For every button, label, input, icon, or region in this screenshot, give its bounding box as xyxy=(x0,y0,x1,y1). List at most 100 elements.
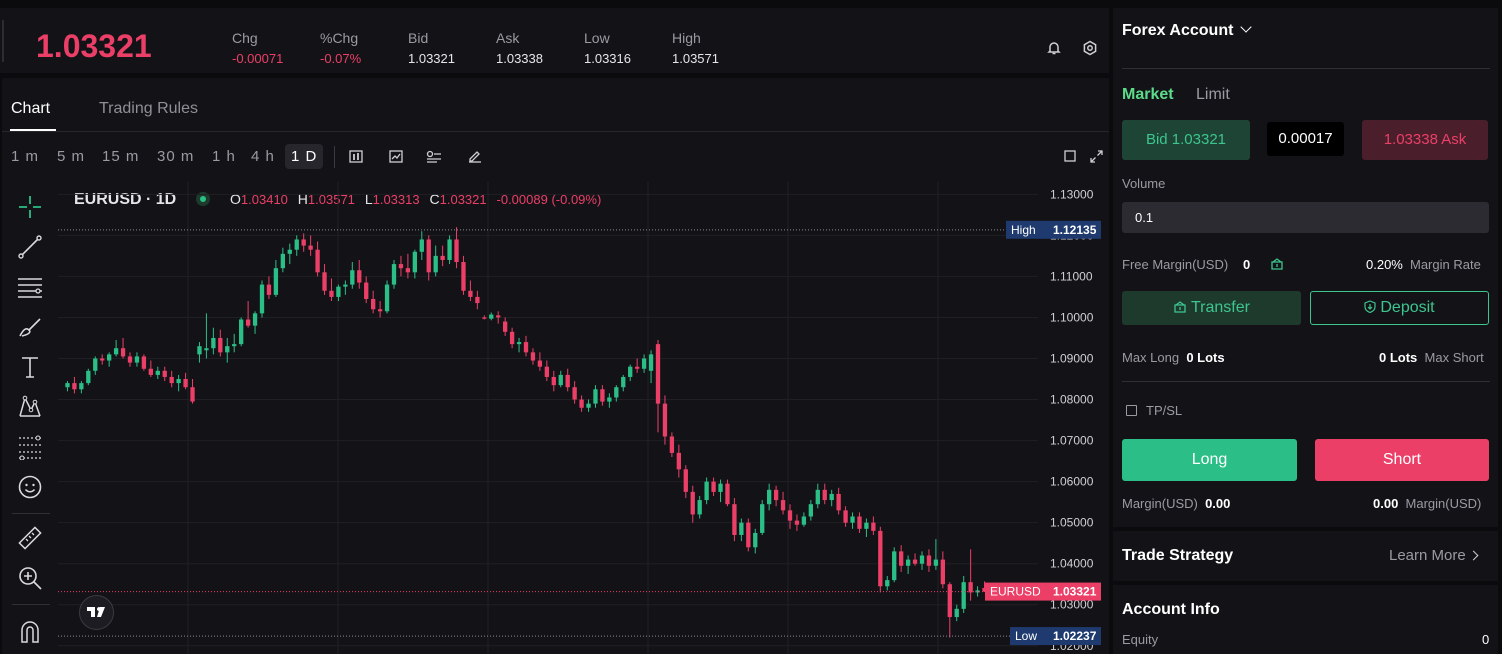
candle-body xyxy=(572,387,577,400)
candle-body xyxy=(871,522,876,531)
price-tick-label: 1.07000 xyxy=(1050,434,1094,448)
tab-limit[interactable]: Limit xyxy=(1196,86,1230,104)
trade-strategy-title: Trade Strategy xyxy=(1122,547,1234,564)
candle-body xyxy=(72,383,77,390)
stat-bid: Bid 1.03321 xyxy=(408,30,455,66)
candle-body xyxy=(558,374,563,386)
pattern-icon[interactable] xyxy=(16,394,44,422)
tab-market[interactable]: Market xyxy=(1122,86,1174,104)
magnet-icon[interactable] xyxy=(16,618,44,646)
settings-icon[interactable] xyxy=(1081,40,1099,58)
timeframe-1m[interactable]: 1 m xyxy=(11,148,39,165)
timeframe-4h[interactable]: 4 h xyxy=(251,148,275,165)
timeframe-1h[interactable]: 1 h xyxy=(212,148,236,165)
candle-body xyxy=(711,481,716,492)
candle-body xyxy=(885,580,890,587)
learn-more-link[interactable]: Learn More xyxy=(1389,547,1479,564)
deposit-label: Deposit xyxy=(1380,299,1435,316)
candle-type-icon[interactable] xyxy=(348,150,364,164)
tpsl-checkbox[interactable] xyxy=(1126,405,1137,416)
candle-body xyxy=(197,346,202,355)
candlestick-chart[interactable]: 1.130001.120001.110001.100001.090001.080… xyxy=(58,182,1107,654)
brush-icon[interactable] xyxy=(16,314,44,342)
draw-pencil-icon[interactable] xyxy=(467,150,483,164)
bid-button[interactable]: Bid 1.03321 xyxy=(1122,120,1250,160)
timeframe-1d[interactable]: 1 D xyxy=(285,144,324,169)
candle-body xyxy=(808,504,813,517)
tab-trading-rules[interactable]: Trading Rules xyxy=(99,100,198,118)
ask-button[interactable]: 1.03338 Ask xyxy=(1362,120,1488,160)
margin-long-value: 0.00 xyxy=(1205,496,1231,511)
candle-body xyxy=(940,559,945,585)
candle-body xyxy=(440,255,445,260)
trendline-icon[interactable] xyxy=(16,234,44,262)
candle-body xyxy=(107,354,112,361)
candle-body xyxy=(204,348,209,351)
crosshair-icon[interactable] xyxy=(16,194,44,222)
max-long: Max Long 0 Lots xyxy=(1122,350,1225,365)
candle-body xyxy=(718,483,723,492)
margin-short-label: Margin(USD) xyxy=(1405,496,1482,511)
fib-retracement-icon[interactable] xyxy=(16,434,44,462)
short-button[interactable]: Short xyxy=(1315,439,1489,481)
account-selector[interactable]: Forex Account xyxy=(1122,21,1252,40)
zoom-in-icon[interactable] xyxy=(16,565,44,593)
candle-body xyxy=(489,314,494,319)
horizontal-lines-icon[interactable] xyxy=(16,274,44,302)
chart-tabs: Chart Trading Rules xyxy=(2,78,1109,132)
stat-value: -0.00071 xyxy=(232,51,284,66)
stat-chg: Chg -0.00071 xyxy=(232,30,283,66)
candle-body xyxy=(739,522,744,535)
stat-value: 1.03321 xyxy=(408,51,455,66)
timeframe-30m[interactable]: 30 m xyxy=(157,148,194,165)
ruler-icon[interactable] xyxy=(16,525,44,553)
price-tick-label: 1.05000 xyxy=(1050,516,1094,530)
chart-toolbar: 1 m 5 m 15 m 30 m 1 h 4 h 1 D xyxy=(2,140,1109,174)
long-button[interactable]: Long xyxy=(1122,439,1297,481)
price-tick-label: 1.09000 xyxy=(1050,351,1094,365)
text-tool-icon[interactable] xyxy=(16,354,44,382)
tab-chart[interactable]: Chart xyxy=(11,100,50,118)
fullscreen-box-icon[interactable] xyxy=(1062,150,1078,164)
free-margin-label: Free Margin(USD) xyxy=(1122,257,1229,272)
timeframe-15m[interactable]: 15 m xyxy=(102,148,139,165)
candle-body xyxy=(169,376,174,384)
volume-input[interactable] xyxy=(1122,202,1489,233)
deposit-button[interactable]: Deposit xyxy=(1310,291,1489,325)
emoji-icon[interactable] xyxy=(16,474,44,502)
candle-body xyxy=(690,491,695,515)
compare-icon[interactable] xyxy=(426,150,442,164)
quote-header: 1.03321 Chg -0.00071 %Chg -0.07% Bid 1.03321 A… xyxy=(0,8,1109,73)
candle-body xyxy=(607,397,612,402)
bell-icon[interactable] xyxy=(1045,40,1063,58)
candle-body xyxy=(850,516,855,523)
expand-icon[interactable] xyxy=(1088,150,1104,164)
candle-body xyxy=(86,370,91,384)
free-margin-value: 0 xyxy=(1243,257,1251,272)
timeframe-5m[interactable]: 5 m xyxy=(57,148,85,165)
indicator-icon[interactable] xyxy=(388,150,404,164)
stat-label: Bid xyxy=(408,30,429,46)
last-price-tag-label: EURUSD xyxy=(990,585,1041,599)
wallet-icon[interactable] xyxy=(1270,257,1284,275)
divider xyxy=(1122,381,1490,382)
candle-body xyxy=(621,376,626,388)
high-tag-value: 1.12135 xyxy=(1053,223,1097,237)
candle-body xyxy=(746,522,751,548)
margin-rate-value: 0.20% xyxy=(1366,257,1403,272)
chart-panel: Chart Trading Rules 1 m 5 m 15 m 30 m 1 … xyxy=(2,78,1109,654)
high-tag-label: High xyxy=(1011,223,1036,237)
transfer-button[interactable]: Transfer xyxy=(1122,291,1301,325)
divider xyxy=(2,20,4,62)
stat-value: 1.03316 xyxy=(584,51,631,66)
candle-body xyxy=(912,559,918,564)
candle-body xyxy=(357,270,362,283)
tradingview-logo[interactable] xyxy=(79,595,114,630)
toolbar-divider xyxy=(12,604,50,605)
tpsl-label: TP/SL xyxy=(1146,403,1183,418)
candle-body xyxy=(641,358,647,369)
candle-body xyxy=(120,348,126,357)
max-short: 0 Lots Max Short xyxy=(1379,350,1484,365)
candle-body xyxy=(65,383,70,388)
candle-body xyxy=(815,489,820,505)
